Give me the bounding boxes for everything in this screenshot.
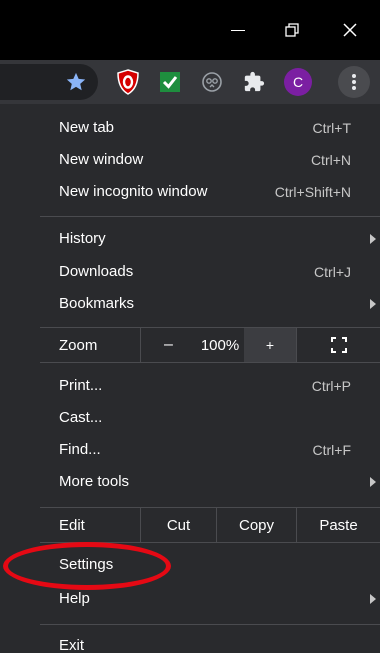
- puzzle-extensions-icon: [244, 71, 265, 92]
- minimize-icon: [231, 29, 245, 31]
- star-icon: [66, 72, 86, 91]
- browser-toolbar: C: [0, 60, 380, 104]
- menu-item-label: Find...: [59, 441, 101, 458]
- zoom-out-button[interactable]: –: [140, 328, 196, 362]
- copy-button[interactable]: Copy: [216, 508, 296, 542]
- menu-separator: [40, 624, 380, 625]
- submenu-arrow-icon: [370, 477, 376, 487]
- fullscreen-button[interactable]: [296, 328, 380, 362]
- annotation-highlight-ellipse: [3, 542, 171, 590]
- profile-initial: C: [292, 74, 304, 90]
- menu-item-label: Print...: [59, 377, 103, 394]
- title-bar: [0, 0, 380, 60]
- menu-item-shortcut: Ctrl+T: [312, 120, 352, 136]
- menu-item-label: New window: [59, 151, 144, 168]
- menu-item-bookmarks[interactable]: Bookmarks: [40, 288, 380, 320]
- ublock-origin-extension-button[interactable]: [114, 68, 142, 96]
- owl-extension-button[interactable]: [198, 68, 226, 96]
- menu-item-label: Downloads: [59, 263, 134, 280]
- menu-item-shortcut: Ctrl+N: [310, 152, 351, 168]
- menu-item-label: Bookmarks: [59, 295, 135, 312]
- cut-button[interactable]: Cut: [140, 508, 216, 542]
- edit-label: Edit: [59, 517, 85, 534]
- menu-item-label: Exit: [59, 637, 85, 653]
- menu-item-find[interactable]: Find... Ctrl+F: [40, 434, 380, 466]
- restore-icon: [285, 23, 299, 37]
- menu-item-exit[interactable]: Exit: [40, 630, 380, 653]
- menu-item-label: Cast...: [59, 409, 103, 426]
- close-icon: [343, 23, 357, 37]
- kebab-menu-icon: [352, 74, 356, 90]
- edit-row: Edit Cut Copy Paste: [40, 508, 380, 542]
- customize-menu-button[interactable]: [338, 66, 370, 98]
- menu-item-new-tab[interactable]: New tab Ctrl+T: [40, 112, 380, 144]
- menu-item-history[interactable]: History: [40, 223, 380, 255]
- extensions-button[interactable]: [240, 68, 268, 96]
- paste-button[interactable]: Paste: [296, 508, 380, 542]
- profile-avatar[interactable]: C: [284, 68, 312, 96]
- zoom-label: Zoom: [59, 337, 98, 354]
- menu-item-label: Help: [59, 590, 90, 607]
- minimize-button[interactable]: [214, 12, 262, 48]
- close-button[interactable]: [326, 12, 374, 48]
- menu-separator: [40, 362, 380, 363]
- submenu-arrow-icon: [370, 594, 376, 604]
- zoom-level: 100%: [200, 336, 240, 354]
- menu-item-shortcut: Ctrl+Shift+N: [274, 184, 351, 200]
- submenu-arrow-icon: [370, 234, 376, 244]
- menu-item-label: New tab: [59, 119, 115, 136]
- owl-extension-icon: [202, 72, 222, 92]
- menu-item-label: History: [59, 230, 106, 247]
- restore-button[interactable]: [268, 12, 316, 48]
- menu-item-new-incognito-window[interactable]: New incognito window Ctrl+Shift+N: [40, 176, 380, 208]
- menu-item-label: More tools: [59, 473, 130, 490]
- menu-separator: [40, 216, 380, 217]
- menu-item-print[interactable]: Print... Ctrl+P: [40, 370, 380, 402]
- zoom-row: Zoom – 100% +: [40, 328, 380, 362]
- ublock-origin-icon: [117, 69, 139, 95]
- checkmark-extension-button[interactable]: [156, 68, 184, 96]
- menu-item-new-window[interactable]: New window Ctrl+N: [40, 144, 380, 176]
- bookmark-star-button[interactable]: [62, 68, 90, 96]
- menu-item-shortcut: Ctrl+F: [312, 442, 352, 458]
- fullscreen-icon: [330, 337, 347, 353]
- zoom-in-button[interactable]: +: [244, 328, 296, 362]
- menu-item-shortcut: Ctrl+J: [314, 264, 351, 280]
- menu-item-downloads[interactable]: Downloads Ctrl+J: [40, 256, 380, 288]
- submenu-arrow-icon: [370, 299, 376, 309]
- checkmark-extension-icon: [160, 72, 180, 92]
- menu-item-cast[interactable]: Cast...: [40, 402, 380, 434]
- menu-item-more-tools[interactable]: More tools: [40, 466, 380, 498]
- menu-item-label: New incognito window: [59, 183, 208, 200]
- menu-item-shortcut: Ctrl+P: [311, 378, 351, 394]
